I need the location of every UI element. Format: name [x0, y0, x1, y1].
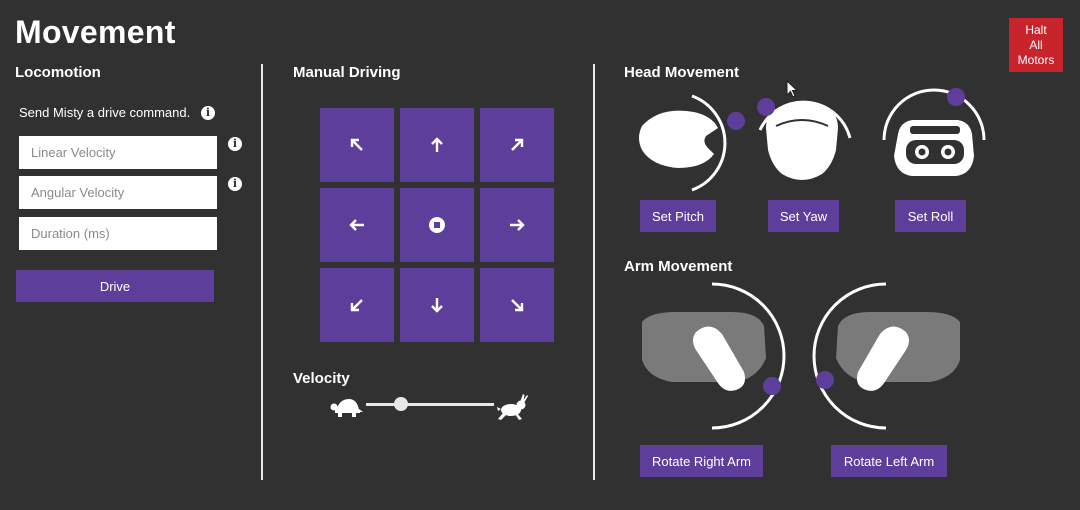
left-arm-handle[interactable] [816, 371, 834, 389]
pitch-dial[interactable] [630, 88, 750, 198]
right-arm-handle[interactable] [763, 377, 781, 395]
arrow-right-icon [510, 219, 525, 231]
head-top-silhouette [766, 103, 838, 180]
set-roll-button[interactable]: Set Roll [895, 200, 966, 232]
rabbit-icon [497, 394, 528, 420]
arrow-up-right-icon [511, 138, 524, 151]
arrow-up-left-icon [350, 138, 363, 151]
duration-input[interactable] [19, 217, 217, 250]
linear-velocity-input[interactable] [19, 136, 217, 169]
yaw-handle[interactable] [757, 98, 775, 116]
drive-right-button[interactable] [480, 188, 554, 262]
arrow-down-left-icon [350, 299, 363, 312]
arrow-down-right-icon [511, 299, 524, 312]
head-movement-title: Head Movement [624, 64, 740, 81]
drive-forward-button[interactable] [400, 108, 474, 182]
rotate-right-arm-button[interactable]: Rotate Right Arm [640, 445, 763, 477]
right-arm-dial[interactable] [636, 282, 788, 430]
manual-driving-title: Manual Driving [293, 64, 401, 81]
yaw-dial[interactable] [752, 86, 858, 186]
velocity-slider-track[interactable] [366, 403, 494, 406]
left-arm-dial[interactable] [812, 282, 966, 430]
halt-all-motors-button[interactable]: Halt All Motors [1009, 18, 1063, 72]
info-icon[interactable]: i [201, 106, 215, 120]
drive-forward-right-button[interactable] [480, 108, 554, 182]
arm-movement-title: Arm Movement [624, 258, 733, 275]
page-title: Movement [15, 14, 176, 50]
angular-velocity-input[interactable] [19, 176, 217, 209]
roll-dial[interactable] [880, 86, 988, 184]
velocity-slider-thumb[interactable] [393, 397, 408, 411]
drive-button[interactable]: Drive [16, 270, 214, 302]
arrow-left-icon [349, 219, 364, 231]
set-yaw-button[interactable]: Set Yaw [768, 200, 839, 232]
roll-handle[interactable] [947, 88, 965, 106]
rotate-left-arm-button[interactable]: Rotate Left Arm [831, 445, 947, 477]
drive-back-left-button[interactable] [320, 268, 394, 342]
locomotion-title: Locomotion [15, 64, 101, 81]
arrow-down-icon [431, 298, 443, 313]
arrow-up-icon [431, 137, 443, 152]
drive-back-right-button[interactable] [480, 268, 554, 342]
pitch-handle[interactable] [727, 112, 745, 130]
divider-right [593, 64, 595, 480]
drive-backward-button[interactable] [400, 268, 474, 342]
head-side-silhouette [639, 110, 718, 168]
drive-forward-left-button[interactable] [320, 108, 394, 182]
velocity-title: Velocity [293, 370, 350, 387]
set-pitch-button[interactable]: Set Pitch [640, 200, 716, 232]
drive-left-button[interactable] [320, 188, 394, 262]
linear-velocity-info-icon[interactable]: i [228, 137, 242, 151]
stop-icon [429, 217, 445, 233]
divider-left [261, 64, 263, 480]
cursor-icon [786, 79, 799, 98]
stop-button[interactable] [400, 188, 474, 262]
drive-command-info-text: Send Misty a drive command. [19, 105, 191, 120]
angular-velocity-info-icon[interactable]: i [228, 177, 242, 191]
turtle-icon [330, 399, 363, 417]
